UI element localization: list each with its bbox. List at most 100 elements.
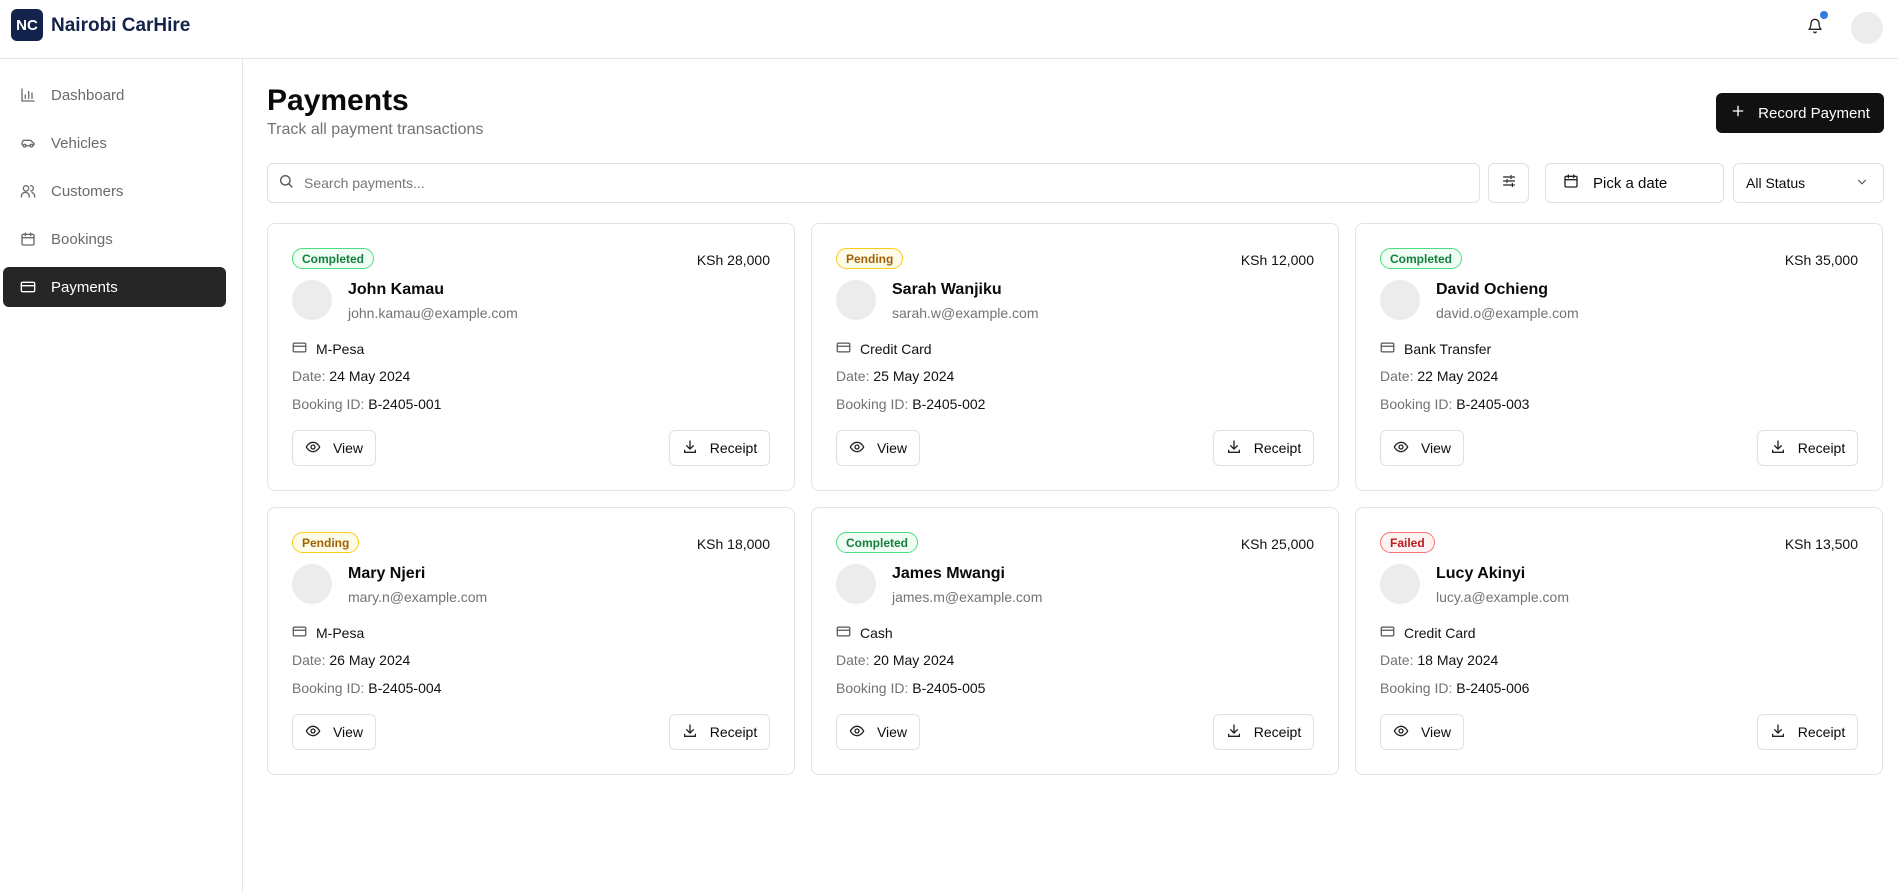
view-button[interactable]: View: [1380, 430, 1464, 466]
credit-card-icon: [19, 278, 37, 296]
receipt-button[interactable]: Receipt: [1213, 430, 1314, 466]
payment-card: Completed KSh 28,000 John Kamau john.kam…: [267, 223, 795, 491]
view-button[interactable]: View: [836, 430, 920, 466]
filter-settings-button[interactable]: [1488, 163, 1529, 203]
receipt-label: Receipt: [709, 440, 758, 456]
receipt-button[interactable]: Receipt: [669, 714, 770, 750]
eye-icon: [849, 723, 865, 742]
booking-prefix: Booking ID:: [1380, 396, 1453, 412]
date-picker-button[interactable]: Pick a date: [1545, 163, 1724, 203]
receipt-button[interactable]: Receipt: [1213, 714, 1314, 750]
download-icon: [1226, 439, 1242, 458]
payment-date: Date: 25 May 2024: [836, 368, 954, 384]
sidebar-item-customers[interactable]: Customers: [3, 171, 226, 211]
status-badge: Pending: [836, 248, 904, 269]
receipt-button[interactable]: Receipt: [1757, 714, 1858, 750]
payment-method: Credit Card: [836, 340, 932, 358]
search-box: [267, 163, 1480, 203]
search-icon: [278, 173, 294, 194]
car-icon: [19, 134, 37, 152]
booking-id-value: B-2405-003: [1456, 396, 1530, 412]
calendar-icon: [1563, 173, 1579, 193]
receipt-label: Receipt: [1253, 724, 1302, 740]
eye-icon: [1393, 439, 1409, 458]
date-prefix: Date:: [1380, 652, 1414, 668]
payment-card: Pending KSh 12,000 Sarah Wanjiku sarah.w…: [811, 223, 1339, 491]
status-filter-select[interactable]: All Status: [1733, 163, 1884, 203]
sidebar-item-vehicles[interactable]: Vehicles: [3, 123, 226, 163]
status-badge: Completed: [836, 532, 919, 553]
payment-method-label: M-Pesa: [316, 625, 365, 641]
view-button[interactable]: View: [836, 714, 920, 750]
notification-dot: [1820, 11, 1828, 19]
payment-date: Date: 26 May 2024: [292, 652, 410, 668]
payment-amount: KSh 12,000: [1240, 252, 1314, 268]
booking-id-value: B-2405-001: [368, 396, 442, 412]
view-label: View: [1420, 440, 1452, 456]
payment-amount: KSh 35,000: [1784, 252, 1858, 268]
customer-email: james.m@example.com: [892, 589, 1043, 605]
payment-method: M-Pesa: [292, 624, 364, 642]
logo[interactable]: NC: [11, 9, 43, 41]
sidebar-item-payments[interactable]: Payments: [3, 267, 226, 307]
status-badge: Completed: [1380, 248, 1463, 269]
receipt-label: Receipt: [1253, 440, 1302, 456]
booking-id: Booking ID: B-2405-004: [292, 680, 441, 696]
view-button[interactable]: View: [1380, 714, 1464, 750]
calendar-icon: [19, 230, 37, 248]
credit-card-icon: [1380, 340, 1395, 358]
receipt-button[interactable]: Receipt: [1757, 430, 1858, 466]
eye-icon: [1393, 723, 1409, 742]
receipt-label: Receipt: [709, 724, 758, 740]
view-label: View: [332, 724, 364, 740]
app-title[interactable]: Nairobi CarHire: [51, 15, 190, 37]
sliders-icon: [1501, 173, 1517, 194]
sidebar-item-bookings[interactable]: Bookings: [3, 219, 226, 259]
credit-card-icon: [292, 340, 307, 358]
view-button[interactable]: View: [292, 430, 376, 466]
booking-id: Booking ID: B-2405-003: [1380, 396, 1529, 412]
sidebar-item-dashboard[interactable]: Dashboard: [3, 75, 226, 115]
sidebar-item-label: Vehicles: [51, 134, 107, 152]
payment-method-label: M-Pesa: [316, 341, 365, 357]
credit-card-icon: [836, 340, 851, 358]
eye-icon: [305, 439, 321, 458]
customer-avatar: [836, 564, 876, 604]
sidebar-item-label: Customers: [51, 182, 124, 200]
date-prefix: Date:: [836, 368, 870, 384]
booking-id-value: B-2405-005: [912, 680, 986, 696]
notification-bell-icon[interactable]: [1803, 11, 1828, 38]
receipt-label: Receipt: [1797, 724, 1846, 740]
eye-icon: [305, 723, 321, 742]
search-input[interactable]: [304, 175, 1454, 191]
customer-email: david.o@example.com: [1436, 305, 1579, 321]
booking-prefix: Booking ID:: [836, 680, 909, 696]
payment-amount: KSh 28,000: [696, 252, 770, 268]
payment-date: Date: 20 May 2024: [836, 652, 954, 668]
users-icon: [19, 182, 37, 200]
payment-card: Pending KSh 18,000 Mary Njeri mary.n@exa…: [267, 507, 795, 775]
view-label: View: [876, 440, 908, 456]
customer-name: John Kamau: [348, 281, 445, 298]
view-button[interactable]: View: [292, 714, 376, 750]
sidebar-item-label: Bookings: [51, 230, 113, 248]
customer-name: David Ochieng: [1436, 281, 1549, 298]
record-payment-button[interactable]: Record Payment: [1716, 93, 1884, 133]
download-icon: [1770, 439, 1786, 458]
customer-avatar: [1380, 280, 1420, 320]
date-picker-label: Pick a date: [1593, 174, 1668, 192]
date-prefix: Date:: [292, 652, 326, 668]
booking-prefix: Booking ID:: [1380, 680, 1453, 696]
sidebar: Dashboard Vehicles Customers Bookings Pa…: [0, 59, 243, 892]
payment-method: Bank Transfer: [1380, 340, 1491, 358]
view-label: View: [876, 724, 908, 740]
payment-date: Date: 22 May 2024: [1380, 368, 1498, 384]
view-label: View: [1420, 724, 1452, 740]
payment-amount: KSh 25,000: [1240, 536, 1314, 552]
receipt-button[interactable]: Receipt: [669, 430, 770, 466]
date-prefix: Date:: [292, 368, 326, 384]
sidebar-item-label: Dashboard: [51, 86, 125, 104]
user-avatar[interactable]: [1851, 12, 1883, 44]
payment-method-label: Cash: [860, 625, 893, 641]
download-icon: [1226, 723, 1242, 742]
